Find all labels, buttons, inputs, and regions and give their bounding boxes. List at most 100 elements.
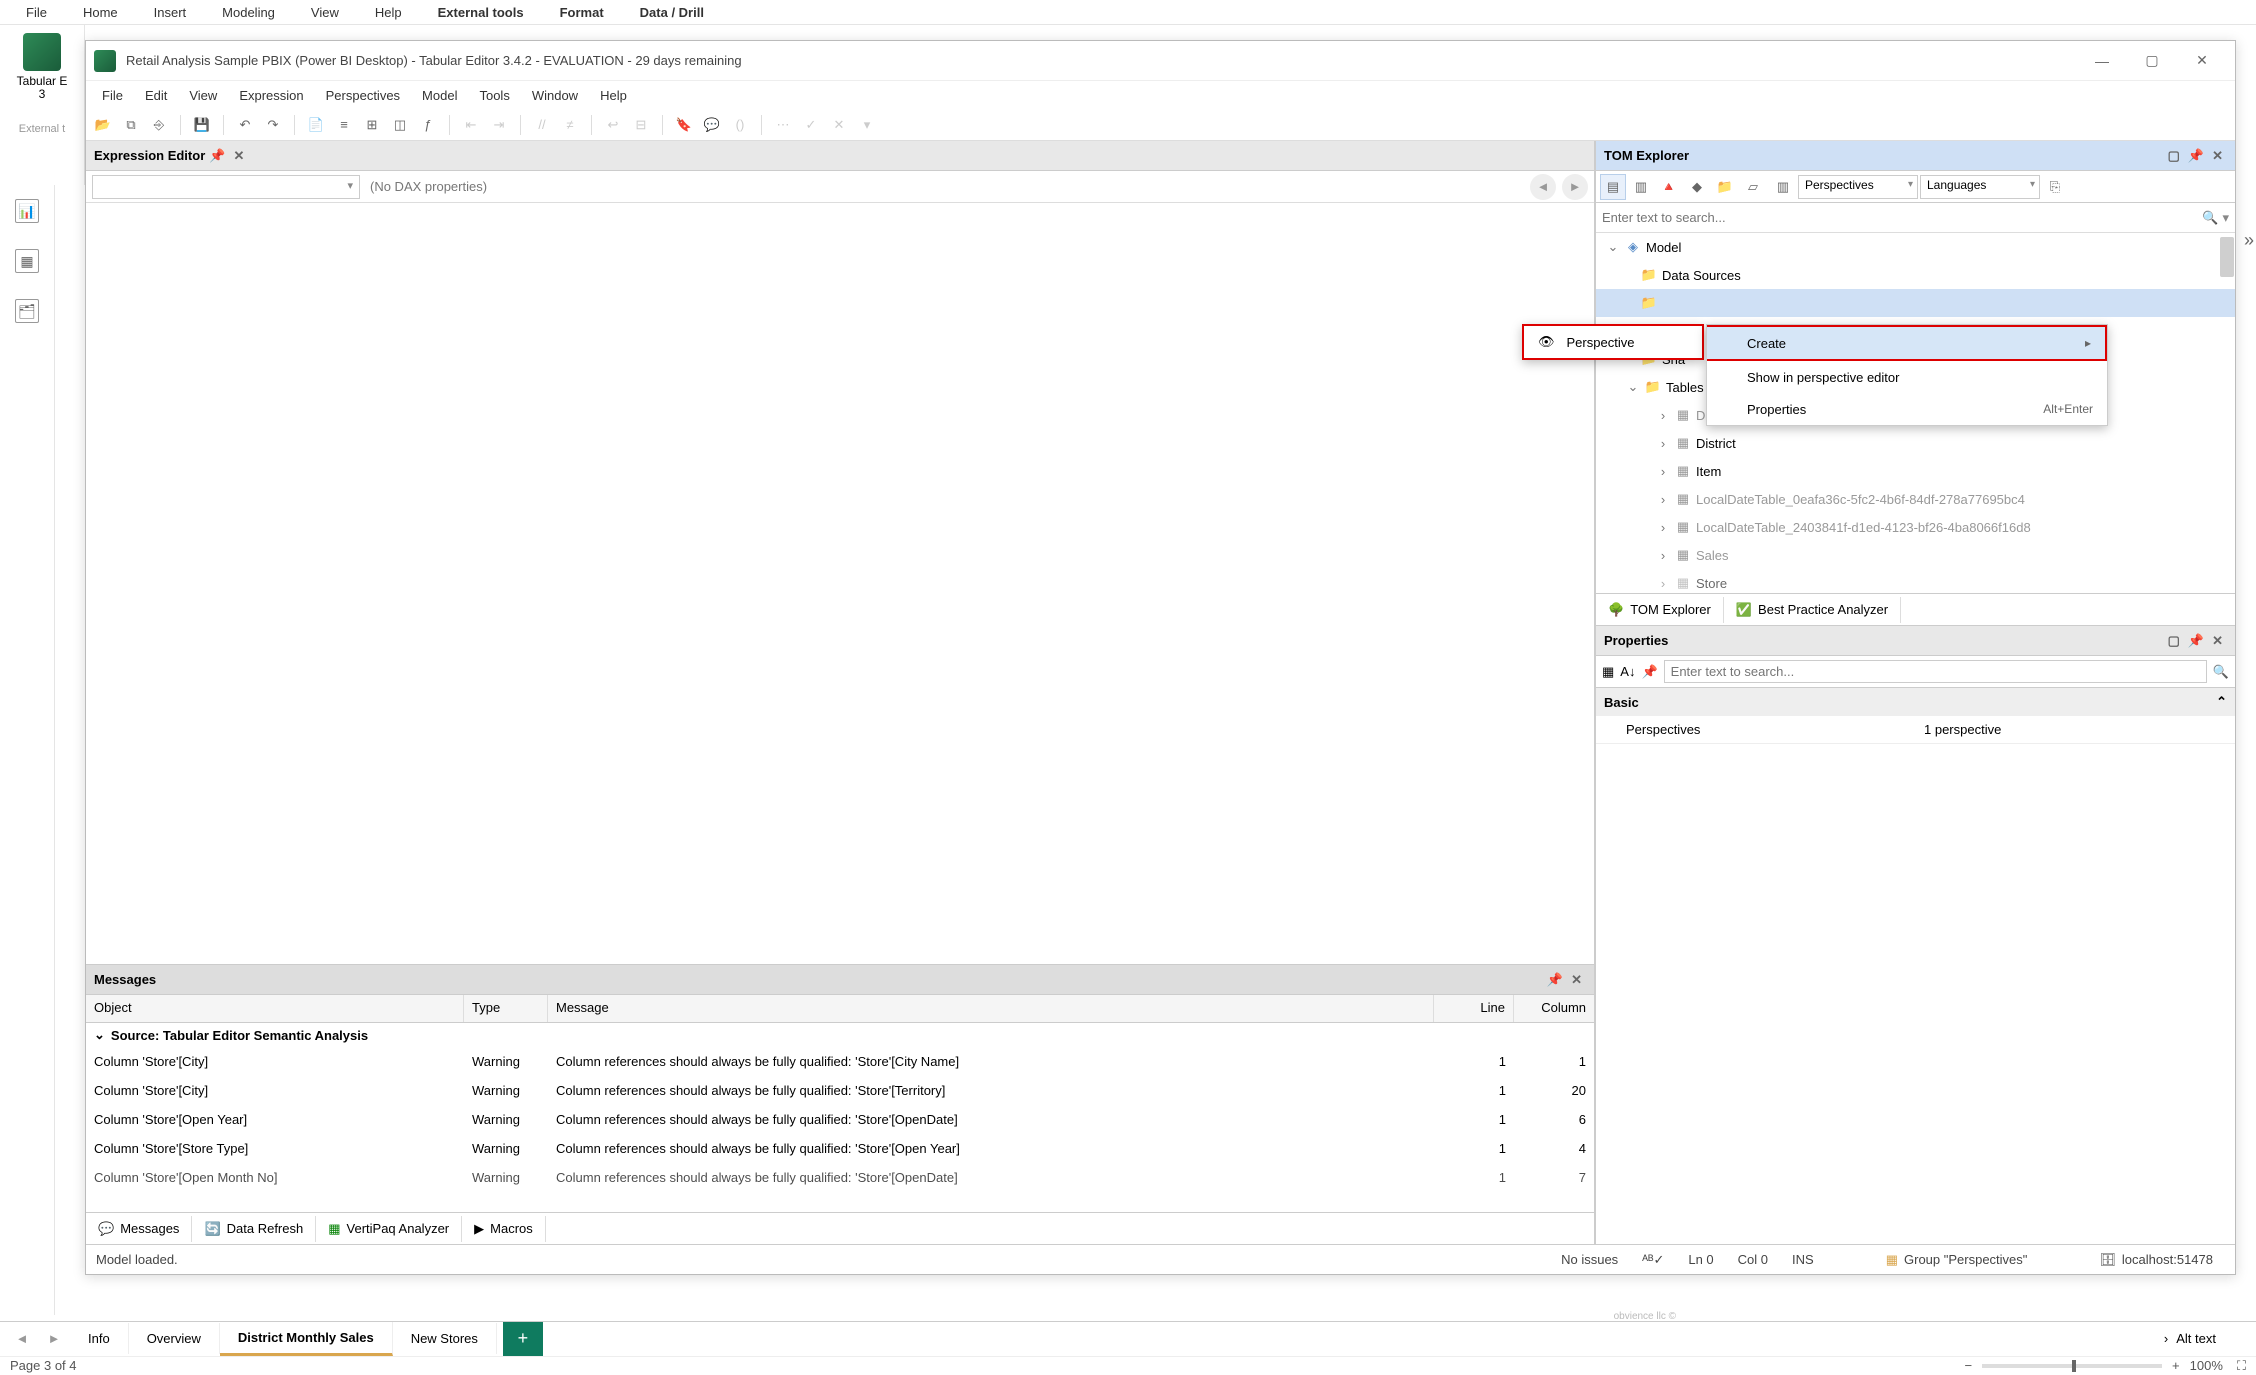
menu-expression[interactable]: Expression (229, 84, 313, 107)
nav-fwd-icon[interactable]: ► (1562, 174, 1588, 200)
pin-prop-icon[interactable]: 📌 (1641, 664, 1657, 680)
menu-perspectives[interactable]: Perspectives (316, 84, 410, 107)
col-line[interactable]: Line (1434, 995, 1514, 1022)
list-mode-icon[interactable]: ▥ (1628, 174, 1654, 200)
maximize-panel-icon[interactable]: ▢ (2168, 148, 2180, 164)
context-create[interactable]: Create ▸ (1707, 327, 2105, 359)
ribbon-file[interactable]: File (8, 1, 65, 24)
add-sheet-button[interactable]: + (503, 1322, 543, 1356)
tree-mode-icon[interactable]: ▤ (1600, 174, 1626, 200)
zoom-out-icon[interactable]: − (1964, 1358, 1972, 1373)
props-group-basic[interactable]: Basic⌃ (1596, 688, 2235, 716)
maximize-panel-icon[interactable]: ▢ (2168, 633, 2180, 649)
tabular-editor-icon[interactable] (23, 33, 61, 71)
message-row[interactable]: Column 'Store'[Store Type]WarningColumn … (86, 1134, 1594, 1163)
categorized-icon[interactable]: ▦ (1602, 664, 1614, 680)
tab-data-refresh[interactable]: 🔄Data Refresh (192, 1216, 316, 1242)
minimize-button[interactable]: — (2077, 53, 2127, 69)
menu-model[interactable]: Model (412, 84, 467, 107)
fit-page-icon[interactable]: ⛶ (2237, 1358, 2246, 1374)
tab-tom-explorer[interactable]: 🌳TOM Explorer (1596, 597, 1724, 623)
menu-help[interactable]: Help (590, 84, 637, 107)
tab-messages[interactable]: 💬Messages (86, 1216, 192, 1242)
sheet-next-icon[interactable]: ► (38, 1331, 70, 1346)
close-button[interactable]: ✕ (2177, 52, 2227, 69)
message-row[interactable]: Column 'Store'[Open Year]WarningColumn r… (86, 1105, 1594, 1134)
pin-icon[interactable]: 📌 (209, 148, 225, 164)
tree-perspectives[interactable]: 📁 (1596, 289, 2235, 317)
properties-search-input[interactable] (1664, 660, 2207, 683)
alphabetical-icon[interactable]: A↓ (1620, 664, 1635, 679)
message-row[interactable]: Column 'Store'[City]WarningColumn refere… (86, 1047, 1594, 1076)
nav-back-icon[interactable]: ◄ (1530, 174, 1556, 200)
tree-table-item[interactable]: ›▦Store (1596, 569, 2235, 593)
tree-table-item[interactable]: ›▦Item (1596, 457, 2235, 485)
zoom-slider[interactable] (1982, 1364, 2162, 1368)
ribbon-data-drill[interactable]: Data / Drill (622, 1, 722, 24)
undo-icon[interactable]: ↶ (234, 114, 256, 136)
scrollbar-thumb[interactable] (2220, 237, 2234, 277)
col-column[interactable]: Column (1514, 995, 1594, 1022)
tab-bpa[interactable]: ✅Best Practice Analyzer (1724, 597, 1901, 623)
report-view-icon[interactable]: 📊 (15, 199, 39, 223)
tree-datasources[interactable]: 📁Data Sources (1596, 261, 2235, 289)
sheet-newstores[interactable]: New Stores (393, 1323, 497, 1354)
sheet-info[interactable]: Info (70, 1323, 129, 1354)
script-icon[interactable]: 📄 (305, 114, 327, 136)
menu-window[interactable]: Window (522, 84, 588, 107)
tree-table-item[interactable]: ›▦District (1596, 429, 2235, 457)
format-icon[interactable]: ≡ (333, 114, 355, 136)
context-show-editor[interactable]: Show in perspective editor (1707, 361, 2107, 393)
menu-file[interactable]: File (92, 84, 133, 107)
perspectives-dropdown[interactable]: Perspectives (1798, 175, 1918, 199)
tab-macros[interactable]: ▶Macros (462, 1216, 546, 1242)
dax-icon[interactable]: ƒ (417, 114, 439, 136)
pin-icon[interactable]: 📌 (2188, 633, 2204, 649)
zoom-in-icon[interactable]: + (2172, 1358, 2180, 1373)
status-spellcheck-icon[interactable]: ᴬᴮ✓ (1642, 1252, 1664, 1268)
sheet-prev-icon[interactable]: ◄ (6, 1331, 38, 1346)
ribbon-insert[interactable]: Insert (136, 1, 205, 24)
close-panel-icon[interactable]: ✕ (2212, 148, 2223, 164)
close-panel-icon[interactable]: ✕ (233, 148, 244, 164)
languages-dropdown[interactable]: Languages (1920, 175, 2040, 199)
menu-tools[interactable]: Tools (469, 84, 519, 107)
tab-vertipaq[interactable]: ▦VertiPaq Analyzer (316, 1216, 462, 1242)
property-dropdown[interactable] (92, 175, 360, 199)
message-row[interactable]: Column 'Store'[City]WarningColumn refere… (86, 1076, 1594, 1105)
maximize-button[interactable]: ▢ (2127, 52, 2177, 69)
pin-icon[interactable]: 📌 (2188, 148, 2204, 164)
search-icon[interactable]: 🔍 (2213, 664, 2229, 680)
model-view-icon[interactable]: 🗂 (15, 299, 39, 323)
pin-icon[interactable]: 📌 (1547, 972, 1563, 988)
ribbon-view[interactable]: View (293, 1, 357, 24)
ribbon-modeling[interactable]: Modeling (204, 1, 293, 24)
ribbon-external-tools[interactable]: External tools (420, 1, 542, 24)
ribbon-home[interactable]: Home (65, 1, 136, 24)
close-panel-icon[interactable]: ✕ (2212, 633, 2223, 649)
tom-search-input[interactable] (1602, 210, 2202, 225)
search-icon[interactable]: 🔍 (2202, 210, 2218, 226)
columns-icon[interactable]: ▥ (1770, 174, 1796, 200)
sheet-overview[interactable]: Overview (129, 1323, 220, 1354)
open-icon[interactable]: 📂 (92, 114, 114, 136)
search-dropdown-icon[interactable]: ▾ (2222, 210, 2229, 226)
redo-icon[interactable]: ↷ (262, 114, 284, 136)
ribbon-help[interactable]: Help (357, 1, 420, 24)
filter-icon[interactable]: ▱ (1740, 174, 1766, 200)
folder-icon[interactable]: 📁 (1712, 174, 1738, 200)
expand-pane-icon[interactable]: » (2244, 230, 2254, 251)
message-row[interactable]: Column 'Store'[Open Month No]WarningColu… (86, 1163, 1594, 1192)
hierarchy-icon[interactable]: 🔺 (1656, 174, 1682, 200)
tree-table-item[interactable]: ›▦LocalDateTable_0eafa36c-5fc2-4b6f-84df… (1596, 485, 2235, 513)
tree-table-item[interactable]: ›▦LocalDateTable_2403841f-d1ed-4123-bf26… (1596, 513, 2235, 541)
col-object[interactable]: Object (86, 995, 464, 1022)
cube-icon[interactable]: ◆ (1684, 174, 1710, 200)
col-message[interactable]: Message (548, 995, 1434, 1022)
alt-text-row[interactable]: ›Alt text (2164, 1331, 2216, 1346)
menu-view[interactable]: View (179, 84, 227, 107)
ribbon-format[interactable]: Format (542, 1, 622, 24)
save-icon[interactable]: 💾 (191, 114, 213, 136)
expression-editor-area[interactable] (86, 203, 1594, 964)
new-icon[interactable]: ⧉ (120, 114, 142, 136)
